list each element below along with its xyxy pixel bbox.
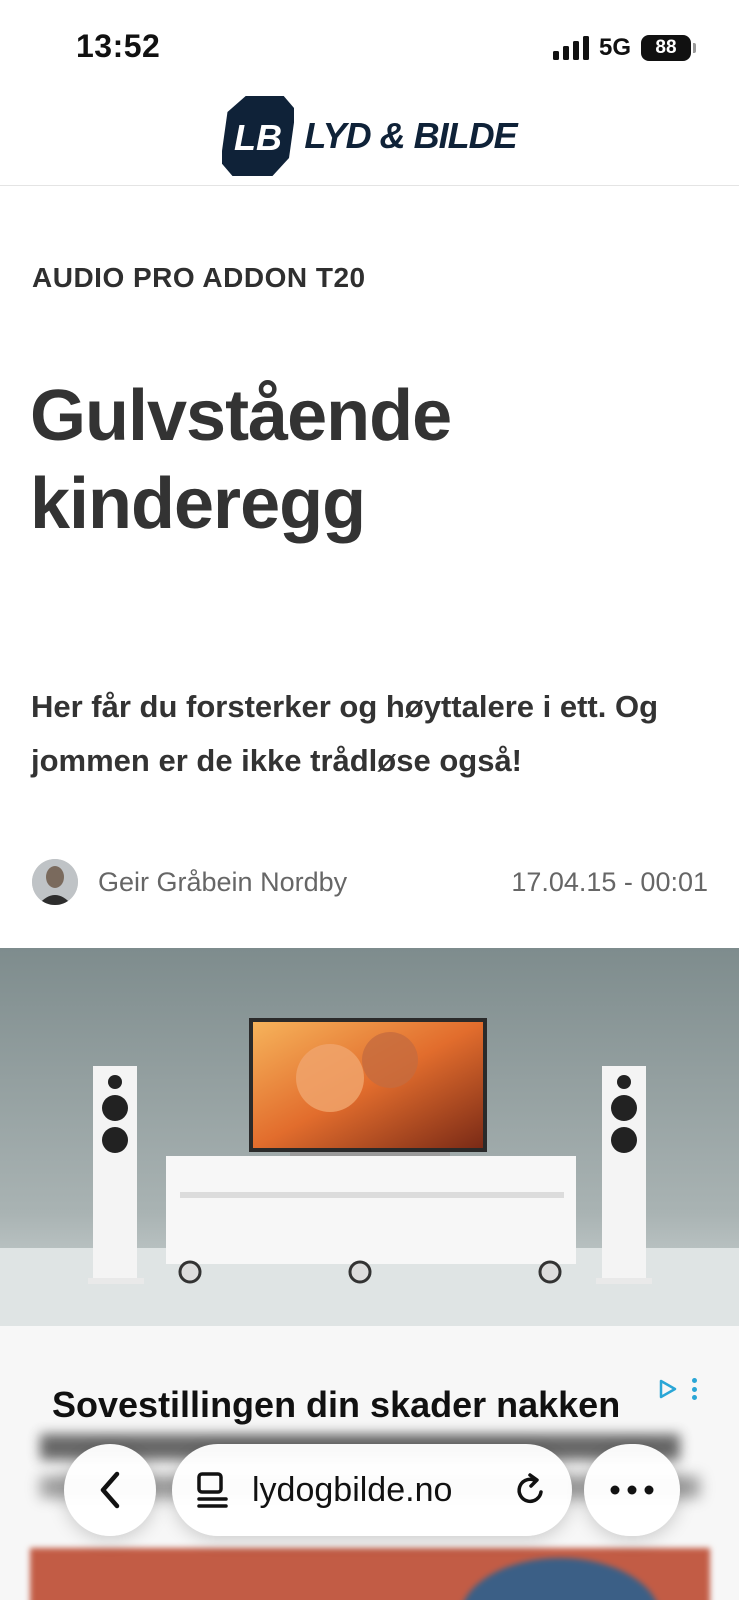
- ad-menu-icon[interactable]: [691, 1378, 697, 1400]
- publish-date: 17.04.15 - 00:01: [511, 866, 708, 897]
- status-bar: 13:52 5G 88: [0, 0, 739, 88]
- status-indicators: 5G 88: [552, 34, 696, 62]
- author-name[interactable]: Geir Gråbein Nordby: [98, 867, 347, 898]
- tabs-icon[interactable]: [196, 1471, 230, 1509]
- byline: Geir Gråbein Nordby 17.04.15 - 00:01: [32, 858, 708, 906]
- article-kicker: AUDIO PRO ADDON T20: [32, 262, 366, 293]
- more-button[interactable]: [584, 1444, 680, 1536]
- ad-image[interactable]: [30, 1548, 710, 1600]
- network-label: 5G: [598, 34, 631, 61]
- battery-level: 88: [655, 37, 677, 58]
- back-button[interactable]: [64, 1444, 156, 1536]
- signal-icon: [552, 36, 589, 60]
- brand-logo-mark-text: LB: [234, 117, 282, 158]
- ad-title[interactable]: Sovestillingen din skader nakken: [52, 1384, 620, 1426]
- article-lead: Her får du forsterker og høyttalere i et…: [31, 689, 659, 778]
- hero-illustration: [0, 948, 739, 1326]
- article-headline: Gulvstående kinderegg: [30, 376, 452, 544]
- ad-choices-icon[interactable]: [657, 1378, 679, 1400]
- url-text[interactable]: lydogbilde.no: [252, 1471, 452, 1510]
- back-icon: [100, 1471, 120, 1509]
- reload-icon[interactable]: [514, 1472, 548, 1508]
- status-time: 13:52: [76, 28, 161, 64]
- brand-logo-icon: LB: [222, 95, 295, 176]
- author-photo: [32, 859, 78, 905]
- more-icon: [610, 1485, 654, 1495]
- hero-image: [0, 948, 739, 1326]
- brand-name: LYD & BILDE: [304, 114, 517, 156]
- author-avatar[interactable]: [32, 859, 78, 905]
- address-bar[interactable]: lydogbilde.no: [172, 1444, 572, 1536]
- site-header[interactable]: LB LYD & BILDE: [0, 86, 739, 186]
- browser-toolbar: lydogbilde.no: [64, 1444, 680, 1536]
- battery-icon: 88: [641, 35, 696, 61]
